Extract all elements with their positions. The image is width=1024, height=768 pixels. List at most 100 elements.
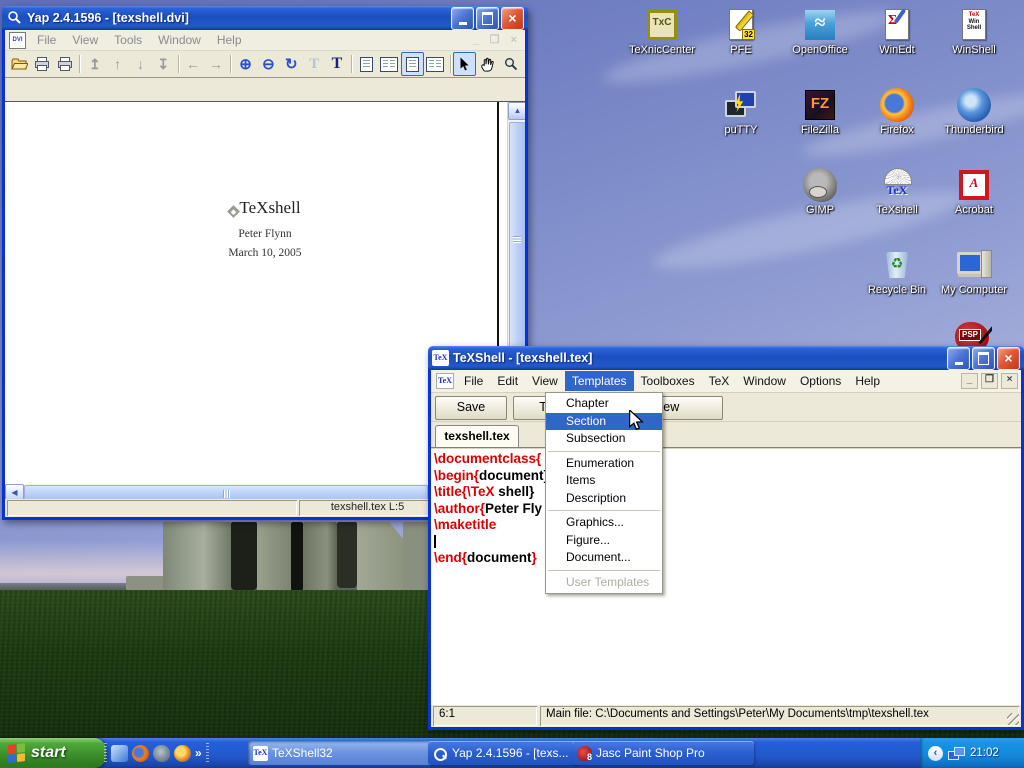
yap-menu-view[interactable]: View: [64, 33, 106, 47]
texshell-minimize-button[interactable]: [947, 347, 970, 370]
double-page-icon[interactable]: [378, 52, 401, 76]
first-page-icon[interactable]: ↥: [83, 52, 106, 76]
desktop-icon-label: Recycle Bin: [861, 284, 933, 296]
firefox-icon[interactable]: [132, 745, 149, 762]
desktop-icon-acrobat[interactable]: AAcrobat: [938, 168, 1010, 216]
media-player-icon[interactable]: [174, 745, 191, 762]
desktop-icon-firefox[interactable]: Firefox: [861, 88, 933, 136]
internet-explorer-icon[interactable]: [111, 745, 128, 762]
desktop-icon-label: TeXnicCenter: [626, 44, 698, 56]
desktop-icon-texniccenter[interactable]: TxCTeXnicCenter: [626, 8, 698, 56]
texshell-close-button[interactable]: ×: [997, 347, 1020, 370]
desktop-icon-filezilla[interactable]: FZFileZilla: [784, 88, 856, 136]
desktop-icon-thunderbird[interactable]: Thunderbird: [938, 88, 1010, 136]
texshell-menu-help[interactable]: Help: [848, 371, 887, 391]
continuous-double-page-icon[interactable]: [424, 52, 447, 76]
yap-maximize-button[interactable]: [476, 7, 499, 30]
zoom-out-icon[interactable]: ⊖: [257, 52, 280, 76]
continuous-page-icon[interactable]: [401, 52, 424, 76]
hide-tray-icons-chevron[interactable]: ‹: [928, 746, 943, 761]
start-button[interactable]: start: [0, 738, 106, 768]
paint-shop-pro-desktop-icon[interactable]: PSP: [952, 322, 992, 346]
desktop-icon-winedt[interactable]: ΣWinEdt: [861, 8, 933, 56]
desktop-icon-texshell[interactable]: TeXTeXshell: [861, 168, 933, 216]
vertical-scroll-thumb[interactable]: [509, 122, 525, 356]
texshell-titlebar[interactable]: TeX TeXShell - [texshell.tex] ×: [428, 346, 1024, 370]
select-arrow-icon[interactable]: [453, 52, 476, 76]
menu-item-enumeration[interactable]: Enumeration: [546, 455, 662, 473]
print-all-icon[interactable]: [54, 52, 77, 76]
texshell-menu-edit[interactable]: Edit: [490, 371, 525, 391]
gimp-icon[interactable]: [153, 745, 170, 762]
quick-launch-overflow-chevron[interactable]: »: [195, 747, 202, 759]
texshell-menu-options[interactable]: Options: [793, 371, 848, 391]
mdi-close-button[interactable]: ×: [1001, 373, 1018, 389]
taskbar-button-1[interactable]: TeXTeXShell32: [248, 741, 434, 765]
zoom-in-icon[interactable]: ⊕: [234, 52, 257, 76]
text-icon[interactable]: T: [325, 52, 348, 76]
taskbar-button-label: TeXShell32: [272, 746, 333, 760]
texshell-menu-file[interactable]: File: [457, 371, 490, 391]
tab-texshell-tex[interactable]: texshell.tex: [435, 425, 519, 447]
desktop-icon-label: Firefox: [861, 124, 933, 136]
save-button[interactable]: Save: [435, 396, 507, 420]
resize-grip[interactable]: [1007, 713, 1019, 725]
menu-item-document[interactable]: Document...: [546, 549, 662, 567]
back-icon[interactable]: ←: [182, 52, 205, 76]
windows-flag-icon: [8, 743, 26, 763]
yap-menu-tools[interactable]: Tools: [106, 33, 150, 47]
desktop-icon-winshell[interactable]: TeXWin ShellWinShell: [938, 8, 1010, 56]
yap-menu-window[interactable]: Window: [150, 33, 209, 47]
desktop-icon-my-computer[interactable]: My Computer: [938, 248, 1010, 296]
menu-item-graphics[interactable]: Graphics...: [546, 514, 662, 532]
desktop-icon-recycle-bin[interactable]: ♻Recycle Bin: [861, 248, 933, 296]
desktop-icon-pfe[interactable]: 32PFE: [705, 8, 777, 56]
scroll-up-button[interactable]: ▲: [508, 102, 525, 120]
texshell-menu-window[interactable]: Window: [736, 371, 793, 391]
open-icon[interactable]: [8, 52, 31, 76]
toolbar-grip[interactable]: [206, 743, 209, 763]
hand-tool-icon[interactable]: [476, 52, 499, 76]
texshell-maximize-button[interactable]: [972, 347, 995, 370]
yap-menu-file[interactable]: File: [29, 33, 64, 47]
mdi-restore-button[interactable]: ❒: [981, 373, 998, 389]
yap-minimize-button[interactable]: [451, 7, 474, 30]
wallpaper-stone: [231, 522, 257, 590]
next-page-icon[interactable]: ↓: [129, 52, 152, 76]
single-page-icon[interactable]: [355, 52, 378, 76]
yap-status-file: texshell.tex L:5: [299, 500, 436, 516]
taskbar-button-3[interactable]: Jasc Paint Shop Pro: [572, 741, 754, 765]
magnifier-icon[interactable]: [499, 52, 522, 76]
texshell-menu-templates[interactable]: Templates: [565, 371, 634, 391]
texshell-menu-view[interactable]: View: [525, 371, 565, 391]
forward-icon[interactable]: →: [204, 52, 227, 76]
texshell-menu-toolboxes[interactable]: Toolboxes: [634, 371, 702, 391]
text-outline-icon[interactable]: T: [303, 52, 326, 76]
texshell-menu-tex[interactable]: TeX: [702, 371, 737, 391]
toolbar-grip[interactable]: [104, 743, 107, 763]
menu-item-description[interactable]: Description: [546, 490, 662, 508]
previous-page-icon[interactable]: ↑: [106, 52, 129, 76]
last-page-icon[interactable]: ↧: [152, 52, 175, 76]
desktop-icon-openoffice[interactable]: ≈OpenOffice: [784, 8, 856, 56]
yap-close-button[interactable]: ×: [501, 7, 524, 30]
tex-file-icon: TeX: [436, 373, 454, 389]
menu-item-items[interactable]: Items: [546, 472, 662, 490]
yap-titlebar[interactable]: Yap 2.4.1596 - [texshell.dvi] ×: [2, 6, 528, 30]
dvi-page-author: Peter Flynn: [165, 228, 365, 240]
yap-menu-help[interactable]: Help: [209, 33, 250, 47]
toolbar-separator: [178, 55, 179, 73]
desktop-icon-putty[interactable]: puTTY: [705, 88, 777, 136]
menu-item-user-templates[interactable]: User Templates: [546, 574, 662, 592]
editor-line: \author{Peter Fly: [434, 501, 1021, 518]
editor-line: [434, 534, 1021, 551]
network-tray-icon[interactable]: [948, 746, 965, 761]
print-icon[interactable]: [31, 52, 54, 76]
desktop-icon-gimp[interactable]: GIMP: [784, 168, 856, 216]
refresh-icon[interactable]: ↻: [280, 52, 303, 76]
menu-item-figure[interactable]: Figure...: [546, 532, 662, 550]
taskbar-button-2[interactable]: Yap 2.4.1596 - [texs...: [428, 741, 578, 765]
mdi-minimize-button[interactable]: _: [961, 373, 978, 389]
yap-icon: [433, 746, 448, 761]
texshell-editor[interactable]: \documentclass{\begin{document}\title{\T…: [431, 449, 1021, 705]
